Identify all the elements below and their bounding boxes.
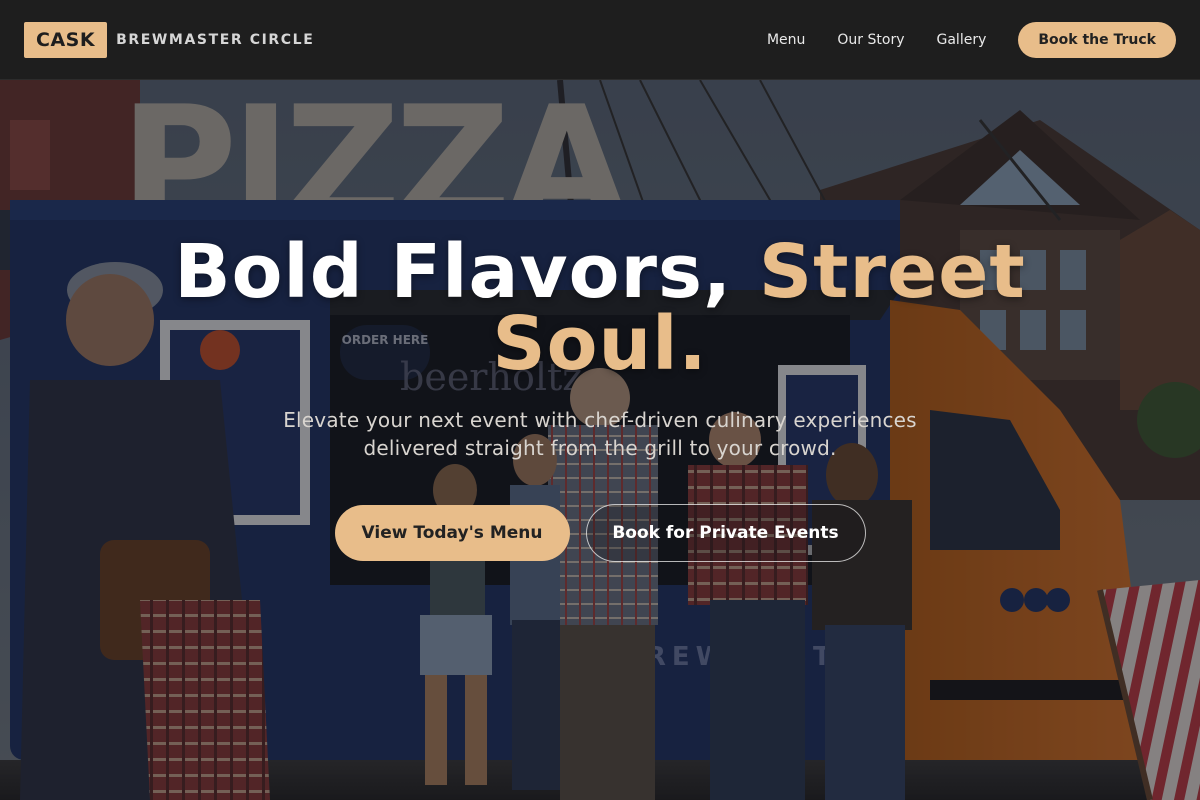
logo-badge[interactable]: CASK xyxy=(24,21,108,58)
nav-link-menu[interactable]: Menu xyxy=(767,32,805,48)
brand-name[interactable]: BREWMASTER CIRCLE xyxy=(116,32,314,48)
main-nav: Menu Our Story Gallery Book the Truck xyxy=(767,21,1176,58)
hero-headline: Bold Flavors, Street Soul. xyxy=(150,235,1050,381)
top-navigation-bar: CASK BREWMASTER CIRCLE Menu Our Story Ga… xyxy=(0,0,1200,80)
hero-subtitle: Elevate your next event with chef-driven… xyxy=(283,408,917,460)
hero-cta-row: View Today's Menu Book for Private Event… xyxy=(0,504,1200,562)
brand[interactable]: CASK BREWMASTER CIRCLE xyxy=(24,21,314,58)
nav-link-our-story[interactable]: Our Story xyxy=(837,32,904,48)
nav-link-gallery[interactable]: Gallery xyxy=(937,32,987,48)
book-the-truck-button[interactable]: Book the Truck xyxy=(1018,21,1176,58)
hero-content: Bold Flavors, Street Soul. Elevate your … xyxy=(0,80,1200,800)
book-private-events-button[interactable]: Book for Private Events xyxy=(585,504,866,562)
view-todays-menu-button[interactable]: View Today's Menu xyxy=(334,505,570,561)
hero-section: PIZZA ORDER HERE beerholtz BREWMASTER xyxy=(0,80,1200,800)
